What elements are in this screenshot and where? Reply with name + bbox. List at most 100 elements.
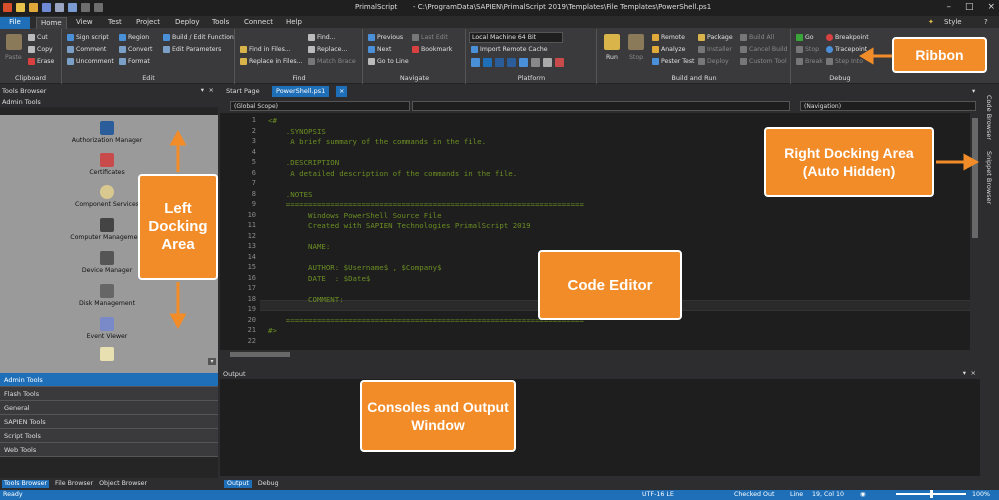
platform-linux-icon[interactable] [531, 58, 540, 67]
find-button[interactable]: Find... [308, 34, 336, 41]
snippet-browser-tab[interactable]: Snippet Browser [985, 151, 993, 204]
cut-button[interactable]: Cut [28, 34, 48, 41]
platform-remote-icon[interactable] [543, 58, 552, 67]
go-button[interactable]: Go [796, 34, 814, 41]
tab-home[interactable]: Home [36, 17, 67, 29]
uncomment-button[interactable]: Uncomment [67, 58, 114, 65]
deploy-button[interactable]: Deploy [698, 58, 729, 65]
tool-next[interactable] [62, 347, 152, 361]
tab-start-page[interactable]: Start Page [222, 86, 264, 97]
match-brace-button[interactable]: Match Brace [308, 58, 356, 65]
category-admin-tools[interactable]: Admin Tools [0, 373, 218, 387]
style-icon[interactable]: ✦ [928, 17, 938, 29]
tab-project[interactable]: Project [132, 17, 164, 29]
tab-close-icon[interactable]: × [336, 86, 348, 97]
platform-windows-icon[interactable] [471, 58, 480, 67]
tab-menu-icon[interactable]: ▾ [968, 86, 979, 97]
category-web-tools[interactable]: Web Tools [0, 443, 218, 457]
save-icon[interactable] [42, 3, 51, 12]
break-button[interactable]: Break [796, 58, 823, 65]
breakpoint-button[interactable]: Breakpoint [826, 34, 869, 41]
comment-button[interactable]: Comment [67, 46, 106, 53]
tab-connect[interactable]: Connect [240, 17, 277, 29]
go-to-line-button[interactable]: Go to Line [368, 58, 409, 65]
find-in-files-button[interactable]: Find in Files... [240, 46, 291, 53]
edit-parameters-button[interactable]: Edit Parameters [163, 46, 221, 53]
output-close-icon[interactable]: × [971, 369, 976, 377]
custom-tool-button[interactable]: Custom Tool [740, 58, 787, 65]
new-file-icon[interactable] [16, 3, 25, 12]
member-select[interactable] [412, 101, 790, 111]
open-folder-icon[interactable] [29, 3, 38, 12]
replace-button[interactable]: Replace... [308, 46, 347, 53]
output-window[interactable]: Output ▾ × [220, 368, 980, 476]
navigation-select[interactable]: (Navigation) [800, 101, 976, 111]
tab-view[interactable]: View [72, 17, 97, 29]
run-button[interactable]: Run [606, 54, 618, 61]
format-button[interactable]: Format [119, 58, 150, 65]
category-script-tools[interactable]: Script Tools [0, 429, 218, 443]
step-into-button[interactable]: Step Into [826, 58, 863, 65]
stop-run-button[interactable]: Stop [629, 54, 643, 61]
scroll-down-icon[interactable]: ▾ [208, 358, 216, 365]
remote-button[interactable]: Remote [652, 34, 685, 41]
platform-windows-alt-icon[interactable] [519, 58, 528, 67]
tab-test[interactable]: Test [104, 17, 126, 29]
bookmark-button[interactable]: Bookmark [412, 46, 452, 53]
print-icon[interactable] [68, 3, 77, 12]
style-menu[interactable]: Style [940, 17, 966, 29]
editor-horizontal-scrollbar[interactable] [220, 350, 970, 359]
pester-test-button[interactable]: Pester Test [652, 58, 694, 65]
hscroll-thumb[interactable] [230, 352, 290, 357]
maximize-icon[interactable]: □ [965, 2, 974, 12]
tracepoint-button[interactable]: Tracepoint [826, 46, 867, 53]
tab-debug[interactable]: Debug [258, 480, 279, 488]
category-sapien-tools[interactable]: SAPIEN Tools [0, 415, 218, 429]
region-button[interactable]: Region [119, 34, 149, 41]
help-icon[interactable]: ? [980, 17, 992, 29]
zoom-slider-thumb[interactable] [930, 490, 933, 498]
redo-icon[interactable] [94, 3, 103, 12]
debug-stop-button[interactable]: Stop [796, 46, 819, 53]
editor-vertical-scrollbar[interactable] [970, 113, 980, 350]
analyze-button[interactable]: Analyze [652, 46, 685, 53]
tool-authorization-manager[interactable]: Authorization Manager [62, 121, 152, 144]
package-button[interactable]: Package [698, 34, 733, 41]
import-remote-cache-button[interactable]: Import Remote Cache [471, 46, 548, 53]
tool-event-viewer[interactable]: Event Viewer [62, 317, 152, 340]
next-button[interactable]: Next [368, 46, 391, 53]
tab-deploy[interactable]: Deploy [171, 17, 204, 29]
platform-select[interactable]: Local Machine 64 Bit [469, 32, 563, 43]
scrollbar-thumb[interactable] [972, 118, 978, 238]
build-all-button[interactable]: Build All [740, 34, 774, 41]
tool-certificates[interactable]: Certificates [62, 153, 152, 176]
tab-output[interactable]: Output [224, 480, 252, 488]
scope-select[interactable]: (Global Scope) [230, 101, 410, 111]
output-pin-icon[interactable]: ▾ [963, 369, 966, 377]
convert-button[interactable]: Convert [119, 46, 152, 53]
category-general[interactable]: General [0, 401, 218, 415]
undo-icon[interactable] [81, 3, 90, 12]
build-edit-function-button[interactable]: Build / Edit Function [163, 34, 234, 41]
tab-file[interactable]: File [0, 17, 30, 29]
minimize-icon[interactable]: – [946, 2, 951, 12]
paste-button[interactable]: Paste [5, 54, 22, 61]
tab-tools-browser[interactable]: Tools Browser [2, 480, 50, 488]
previous-button[interactable]: Previous [368, 34, 403, 41]
platform-x64-icon[interactable] [483, 58, 492, 67]
platform-ps5-icon[interactable] [495, 58, 504, 67]
tab-file-browser[interactable]: File Browser [55, 480, 93, 488]
installer-button[interactable]: Installer [698, 46, 732, 53]
tab-tools[interactable]: Tools [208, 17, 233, 29]
panel-close-icon[interactable]: × [209, 86, 214, 94]
copy-button[interactable]: Copy [28, 46, 53, 53]
replace-in-files-button[interactable]: Replace in Files... [240, 58, 303, 65]
pin-icon[interactable]: ▾ [201, 86, 204, 94]
code-browser-tab[interactable]: Code Browser [985, 95, 993, 140]
category-flash-tools[interactable]: Flash Tools [0, 387, 218, 401]
cancel-build-button[interactable]: Cancel Build [740, 46, 787, 53]
erase-button[interactable]: Erase [28, 58, 54, 65]
sign-script-button[interactable]: Sign script [67, 34, 109, 41]
save-all-icon[interactable] [55, 3, 64, 12]
close-icon[interactable]: × [987, 2, 995, 12]
